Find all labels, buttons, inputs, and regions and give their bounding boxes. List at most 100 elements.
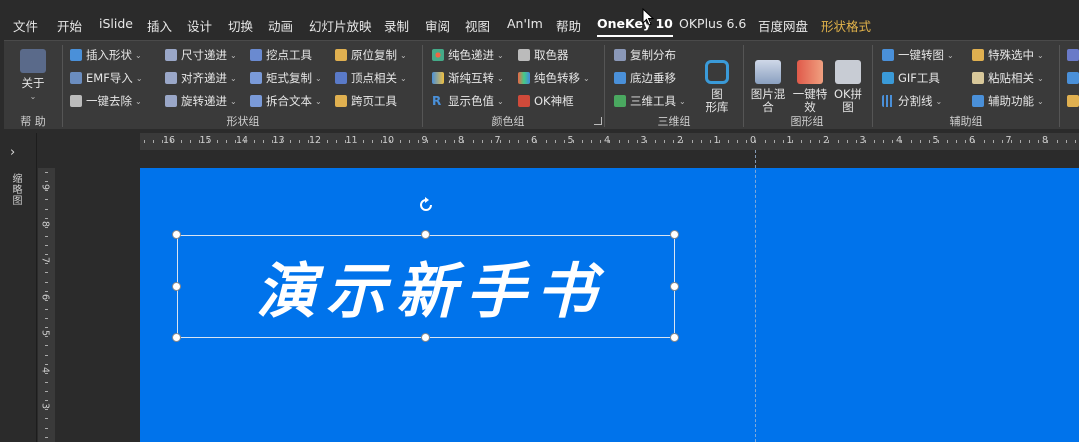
special-select-button[interactable]: 特殊选中 ⌄: [972, 45, 1044, 65]
image-blend-button[interactable]: 图片混 合: [747, 47, 789, 114]
rotate-progression-button[interactable]: 旋转递进 ⌄: [165, 91, 237, 111]
cross-page-icon: [335, 95, 347, 107]
ruler-tick: [810, 140, 812, 143]
color-picker-button[interactable]: 取色器: [518, 45, 569, 65]
ruler-tick: [45, 281, 48, 283]
eyedropper-icon: [518, 49, 530, 61]
ruler-tick: [992, 140, 994, 143]
ruler-tick: [45, 318, 48, 319]
overflow-icon-2[interactable]: [1067, 68, 1079, 88]
resize-handle-bottom-right[interactable]: [670, 333, 679, 342]
emf-icon: [70, 72, 82, 84]
overflow-icon-1[interactable]: [1067, 45, 1079, 65]
resize-handle-right[interactable]: [670, 282, 679, 291]
overflow-icon: [1067, 72, 1079, 84]
rotate-handle-icon[interactable]: [417, 196, 435, 214]
paste-related-button[interactable]: 粘贴相关 ⌄: [972, 68, 1044, 88]
ruler-label: 13: [272, 135, 285, 146]
slide-title[interactable]: 演示新手书: [178, 236, 674, 337]
ruler-tick: [45, 354, 48, 356]
aux-function-button[interactable]: 辅助功能 ⌄: [972, 91, 1044, 111]
insert-shape-button[interactable]: 插入形状 ⌄: [70, 45, 142, 65]
title-textbox[interactable]: 演示新手书: [177, 235, 675, 338]
shape-library-button[interactable]: 图 形库: [699, 47, 735, 114]
menu-review[interactable]: 审阅: [425, 16, 450, 35]
resize-handle-top[interactable]: [421, 230, 430, 239]
ruler-tick: [682, 140, 684, 143]
matrix-copy-button[interactable]: 矩式复制 ⌄: [250, 68, 322, 88]
menu-shape-format[interactable]: 形状格式: [821, 16, 871, 35]
group-separator: [62, 45, 63, 127]
menu-okplus[interactable]: OKPlus 6.6: [679, 16, 746, 31]
resize-handle-bottom-left[interactable]: [172, 333, 181, 342]
one-click-remove-button[interactable]: 一键去除 ⌄: [70, 91, 142, 111]
menu-slideshow[interactable]: 幻灯片放映: [309, 16, 372, 35]
resize-handle-top-right[interactable]: [670, 230, 679, 239]
divider-line-button[interactable]: 分割线 ⌄: [882, 91, 942, 111]
3d-tools-button[interactable]: 三维工具 ⌄: [614, 91, 686, 111]
cutout-tool-button[interactable]: 挖点工具: [250, 45, 312, 65]
menu-record[interactable]: 录制: [384, 16, 409, 35]
size-progression-button[interactable]: 尺寸递进 ⌄: [165, 45, 237, 65]
chevron-right-icon[interactable]: ›: [10, 145, 15, 160]
ruler-tick: [290, 140, 291, 143]
text-split-icon: [250, 95, 262, 107]
ok-god-frame-button[interactable]: OK神框: [518, 91, 574, 111]
emf-import-button[interactable]: EMF导入 ⌄: [70, 68, 143, 88]
size-icon: [165, 49, 177, 61]
solid-color-progression-button[interactable]: 纯色递进 ⌄: [432, 45, 504, 65]
menu-onekey[interactable]: OneKey 10: [597, 16, 673, 37]
ruler-label: 14: [235, 135, 249, 146]
menu-baidu-netdisk[interactable]: 百度网盘: [758, 16, 808, 35]
menu-file[interactable]: 文件: [13, 16, 38, 35]
ruler-label: 6: [39, 293, 51, 300]
resize-handle-left[interactable]: [172, 282, 181, 291]
menu-anim-addin[interactable]: An'Im: [507, 16, 543, 31]
gradient-solid-convert-button[interactable]: 渐纯互转 ⌄: [432, 68, 504, 88]
ruler-tick: [45, 427, 48, 429]
group-label-color: 颜色组: [491, 115, 525, 128]
menu-home[interactable]: 开始: [57, 16, 82, 35]
menu-insert[interactable]: 插入: [147, 16, 172, 35]
resize-handle-bottom[interactable]: [421, 333, 430, 342]
ok-collage-button[interactable]: OK拼 图: [830, 47, 866, 114]
ruler-tick: [45, 190, 48, 192]
ruler-tick: [153, 140, 155, 143]
ruler-tick: [709, 140, 711, 143]
menu-help[interactable]: 帮助: [556, 16, 581, 35]
ruler-tick: [162, 140, 164, 143]
effect-icon: [797, 60, 823, 84]
vertex-related-button[interactable]: 顶点相关 ⌄: [335, 68, 407, 88]
ruler-tick: [481, 140, 483, 143]
split-merge-text-button[interactable]: 拆合文本 ⌄: [250, 91, 322, 111]
ruler-tick: [791, 140, 793, 143]
cross-page-tool-button[interactable]: 跨页工具: [335, 91, 397, 111]
solid-color-transfer-button[interactable]: 纯色转移 ⌄: [518, 68, 590, 88]
ruler-tick: [45, 208, 48, 210]
menu-view[interactable]: 视图: [465, 16, 490, 35]
ruler-tick: [554, 140, 556, 143]
menu-animations[interactable]: 动画: [268, 16, 293, 35]
overflow-icon-3[interactable]: [1067, 91, 1079, 111]
copy-distribute-button[interactable]: 复制分布: [614, 45, 676, 65]
bottom-edge-vertical-button[interactable]: 底边垂移: [614, 68, 676, 88]
group-separator: [743, 45, 744, 127]
menu-islide[interactable]: iSlide: [99, 16, 133, 31]
menu-design[interactable]: 设计: [187, 16, 212, 35]
gif-tools-button[interactable]: GIF工具: [882, 68, 940, 88]
show-color-value-button[interactable]: R 显示色值 ⌄: [432, 91, 504, 111]
grid-lines-icon: [882, 95, 894, 107]
resize-handle-top-left[interactable]: [172, 230, 181, 239]
ruler-tick: [910, 140, 912, 143]
about-button[interactable]: 关于 ⌄: [16, 49, 50, 103]
group-launcher-icon[interactable]: [594, 117, 602, 125]
one-click-effect-button[interactable]: 一键特 效: [790, 47, 830, 114]
in-place-copy-button[interactable]: 原位复制 ⌄: [335, 45, 407, 65]
ruler-tick: [618, 140, 620, 143]
align-progression-button[interactable]: 对齐递进 ⌄: [165, 68, 237, 88]
ruler-tick: [308, 140, 310, 143]
one-click-to-image-button[interactable]: 一键转图 ⌄: [882, 45, 954, 65]
menu-transitions[interactable]: 切换: [228, 16, 253, 35]
ruler-tick: [700, 140, 702, 143]
ruler-tick: [299, 140, 301, 143]
